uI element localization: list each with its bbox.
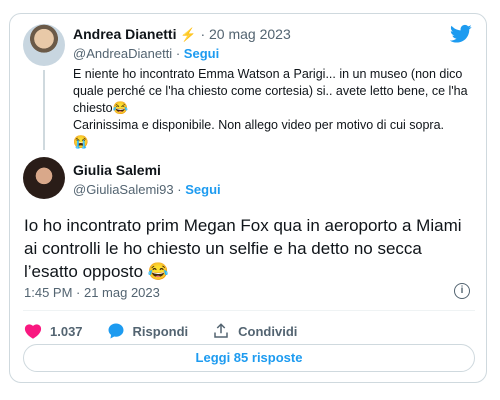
quoted-text-line: Carinissima e disponibile. Non allego vi… [73,118,445,132]
read-replies-button[interactable]: Leggi 85 risposte [23,344,475,372]
verified-emoji: ⚡ [180,27,197,42]
reply-button[interactable]: Rispondi [107,322,189,340]
speech-bubble-icon [108,323,124,339]
quoted-author-name[interactable]: Andrea Dianetti [73,26,176,42]
tweet-actions: 1.037 Rispondi Condividi [24,320,321,342]
thread-connector-line [43,70,45,150]
divider [23,310,475,311]
quoted-handle-row: @AndreaDianetti · Segui [73,46,219,61]
avatar-andrea[interactable] [23,24,65,66]
main-author-handle[interactable]: @GiuliaSalemi93 [73,182,174,197]
quoted-text-line: 😭 [73,135,89,149]
main-tweet-text: Io ho incontrato prim Megan Fox qua in a… [24,216,462,281]
main-author-name[interactable]: Giulia Salemi [73,162,161,178]
like-count: 1.037 [50,323,83,339]
quoted-tweet-date[interactable]: 20 mag 2023 [209,26,291,42]
separator-dot: · [177,182,182,197]
like-button[interactable]: 1.037 [24,323,83,339]
tweet-timestamp[interactable]: 1:45 PM · 21 mag 2023 [24,285,160,300]
separator-dot: · [175,46,181,61]
quoted-tweet-text: E niente ho incontrato Emma Watson a Par… [73,66,475,151]
follow-giulia-button[interactable]: Segui [185,182,220,197]
twitter-bird-icon[interactable] [450,24,472,44]
quoted-text-line: E niente ho incontrato Emma Watson a Par… [73,67,468,115]
separator-dot: · [200,26,206,42]
reply-label: Rispondi [132,323,189,339]
tweet-embed-card: Andrea Dianetti ⚡ · 20 mag 2023 @AndreaD… [9,13,487,383]
share-button[interactable]: Condividi [212,322,297,340]
quoted-tweet-header: Andrea Dianetti ⚡ · 20 mag 2023 [73,26,291,43]
main-handle-row: @GiuliaSalemi93 · Segui [73,182,221,197]
avatar-giulia[interactable] [23,157,65,199]
quoted-author-handle[interactable]: @AndreaDianetti [73,46,172,61]
share-label: Condividi [238,323,298,339]
info-icon[interactable]: i [454,283,470,299]
heart-icon [24,324,42,339]
follow-andrea-button[interactable]: Segui [184,46,219,61]
share-upload-icon [214,323,228,338]
